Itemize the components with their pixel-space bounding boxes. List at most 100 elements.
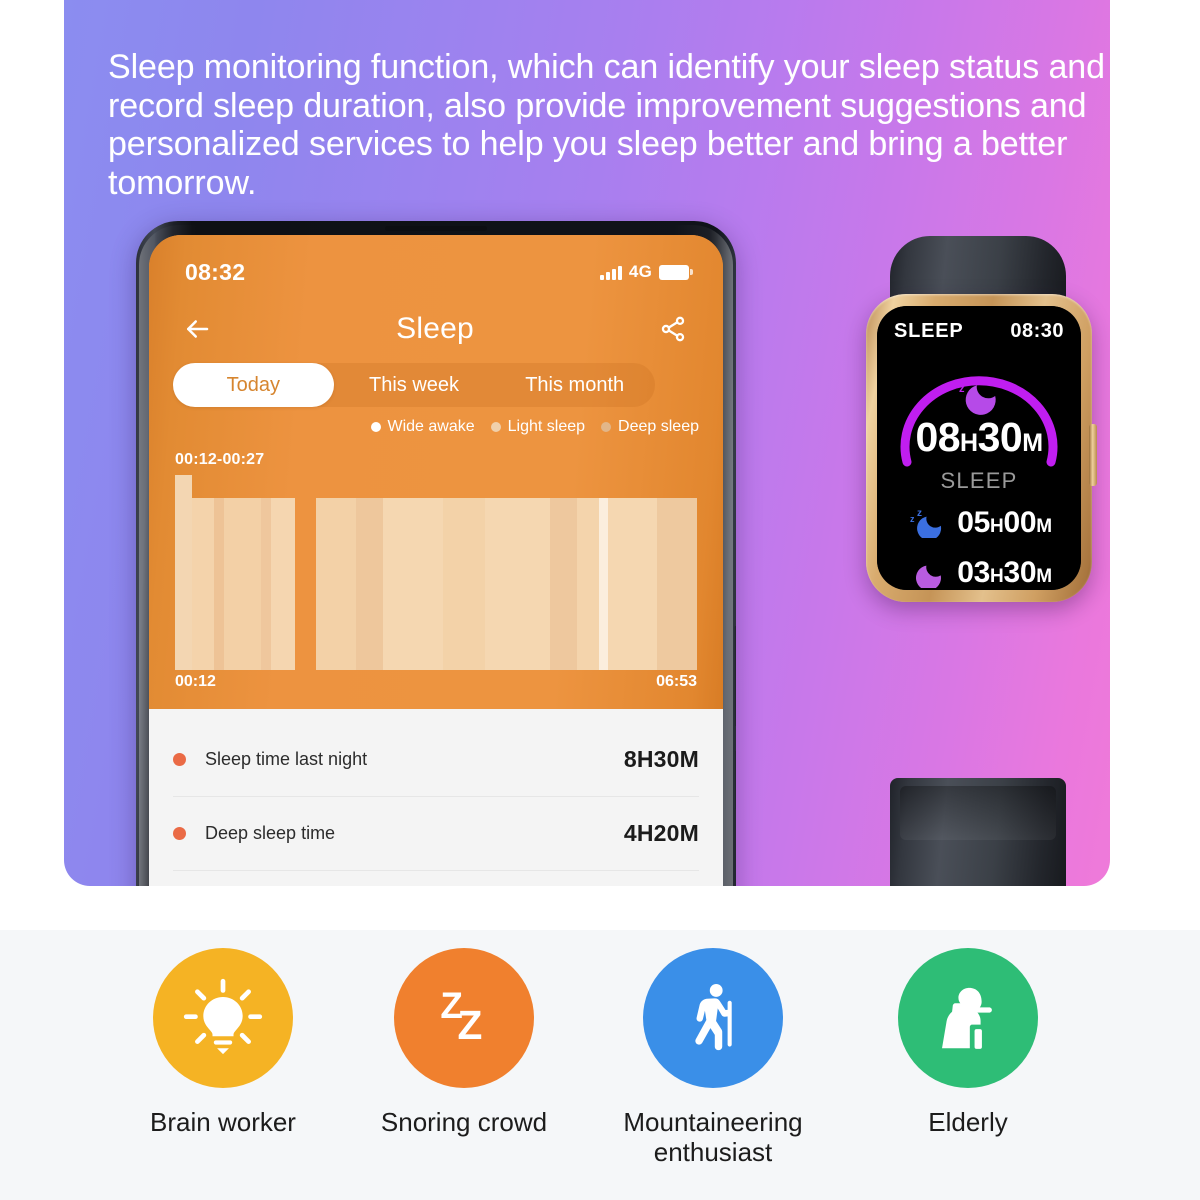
light-sleep-hour-unit: H (990, 516, 1004, 537)
page-title: Sleep (396, 312, 474, 345)
chart-bar (224, 498, 261, 670)
row-dot-icon (173, 827, 186, 840)
legend-item-light-sleep: Light sleep (490, 418, 585, 436)
chart-bar (599, 498, 608, 670)
chart-bar (442, 498, 485, 670)
watch-title: SLEEP (894, 320, 964, 342)
watch-case: SLEEP 08:30 z z 08H30M SLEEP z z 05H00M … (866, 294, 1097, 602)
chart-bar (382, 498, 443, 670)
summary-sheet: Sleep time last night 8H30M Deep sleep t… (149, 709, 723, 886)
watch-total-minute-unit: M (1022, 429, 1043, 457)
arrow-left-icon[interactable] (177, 309, 217, 349)
use-cases-section: Brain worker Z Z Snoring crowd Mountaine… (0, 930, 1200, 1200)
table-row[interactable]: Deep sleep time 4H20M (173, 797, 699, 871)
use-case-label: Elderly (928, 1107, 1008, 1137)
share-icon[interactable] (653, 309, 693, 349)
phone-earpiece (385, 226, 487, 231)
svg-text:z: z (910, 514, 915, 524)
lightbulb-icon (153, 948, 293, 1088)
hero-description: Sleep monitoring function, which can ide… (108, 48, 1105, 202)
chart-bar (175, 475, 192, 670)
network-label: 4G (628, 262, 652, 281)
status-bar: 08:32 4G (149, 257, 723, 287)
chart-bar (550, 498, 578, 670)
tab-this-month[interactable]: This month (494, 363, 655, 407)
smartwatch-mockup: SLEEP 08:30 z z 08H30M SLEEP z z 05H00M … (844, 236, 1110, 886)
battery-icon (659, 264, 693, 280)
deep-sleep-minute-unit: M (1036, 566, 1052, 587)
chart-bar (295, 498, 316, 670)
phone-power-button[interactable] (734, 751, 736, 809)
phone-body: 08:32 4G Sleep Today This week This mont… (136, 221, 736, 886)
chart-bar (191, 498, 214, 670)
watch-light-sleep-value: 05H00M (957, 506, 1052, 540)
watch-total-hours: 08 (915, 414, 961, 460)
use-case-elderly[interactable]: Elderly (843, 948, 1093, 1137)
watch-band-bottom (890, 778, 1066, 886)
phone-mockup: 08:32 4G Sleep Today This week This mont… (136, 221, 736, 886)
axis-start-label: 00:12 (175, 673, 216, 690)
legend-label-deep-sleep: Deep sleep (618, 418, 699, 435)
legend-dot-light-sleep (490, 422, 501, 432)
svg-text:z: z (959, 383, 965, 395)
sleep-app: 08:32 4G Sleep Today This week This mont… (149, 235, 723, 886)
chart-bar (607, 498, 657, 670)
use-case-label: Brain worker (150, 1107, 296, 1137)
chart-axis: 00:12 06:53 (175, 673, 697, 695)
watch-total-hour-unit: H (960, 429, 978, 457)
signal-icon (600, 265, 622, 280)
chart-bar (315, 498, 356, 670)
tab-this-week[interactable]: This week (334, 363, 495, 407)
watch-deep-sleep-value: 03H30M (957, 556, 1052, 590)
axis-end-label: 06:53 (656, 673, 697, 690)
use-case-mountaineering-enthusiast[interactable]: Mountaineering enthusiast (588, 948, 838, 1167)
chart-legend: Wide awake Light sleep Deep sleep (370, 418, 699, 436)
chart-range-label: 00:12-00:27 (175, 451, 265, 468)
chart-bar (656, 498, 697, 670)
use-case-snoring-crowd[interactable]: Z Z Snoring crowd (339, 948, 589, 1137)
watch-stat-deep-sleep: 03H30M (877, 556, 1081, 590)
chart-plot-area[interactable] (175, 475, 697, 670)
chart-bar (577, 498, 600, 670)
light-sleep-hours: 05 (957, 506, 991, 539)
svg-text:Z: Z (457, 1002, 482, 1048)
chart-bar (484, 498, 551, 670)
moon-icon (916, 565, 942, 588)
light-sleep-minute-unit: M (1036, 516, 1052, 537)
period-tabs[interactable]: Today This week This month (173, 363, 655, 407)
watch-header: SLEEP 08:30 (894, 320, 1064, 343)
legend-dot-wide-awake (370, 422, 381, 432)
watch-bezel: SLEEP 08:30 z z 08H30M SLEEP z z 05H00M … (877, 306, 1081, 590)
deep-sleep-hour-unit: H (990, 566, 1004, 587)
hero-panel: Sleep monitoring function, which can ide… (64, 0, 1110, 886)
legend-item-deep-sleep: Deep sleep (601, 418, 699, 436)
use-case-brain-worker[interactable]: Brain worker (98, 948, 348, 1137)
chart-bar (213, 498, 225, 670)
row-value: 4H20M (623, 820, 699, 846)
phone-volume-button[interactable] (734, 626, 736, 726)
phone-screen: 08:32 4G Sleep Today This week This mont… (149, 235, 723, 886)
row-label: Sleep time last night (205, 749, 368, 769)
status-time: 08:32 (185, 258, 246, 285)
svg-text:z: z (917, 508, 922, 519)
tab-today[interactable]: Today (173, 363, 334, 407)
watch-sleep-sublabel: SLEEP (940, 468, 1018, 493)
table-row[interactable]: Sleep time last night 8H30M (173, 723, 699, 797)
chart-bar (271, 498, 296, 670)
deep-sleep-minutes: 30 (1003, 556, 1037, 589)
row-value: 8H30M (623, 746, 699, 772)
zzz-icon: Z Z (394, 948, 534, 1088)
page-root: Sleep monitoring function, which can ide… (0, 0, 1200, 1200)
row-dot-icon (173, 753, 186, 766)
legend-label-wide-awake: Wide awake (387, 418, 475, 435)
watch-crown-button[interactable] (1089, 424, 1097, 486)
status-indicators: 4G (600, 262, 693, 282)
hiker-icon (643, 948, 783, 1088)
row-label: Deep sleep time (205, 823, 336, 843)
watch-stat-light-sleep: z z 05H00M (877, 506, 1081, 540)
app-navbar: Sleep (149, 301, 723, 357)
use-case-label: Snoring crowd (380, 1107, 548, 1137)
svg-text:z: z (967, 373, 974, 388)
light-sleep-minutes: 00 (1003, 506, 1037, 539)
deep-sleep-hours: 03 (957, 556, 991, 589)
